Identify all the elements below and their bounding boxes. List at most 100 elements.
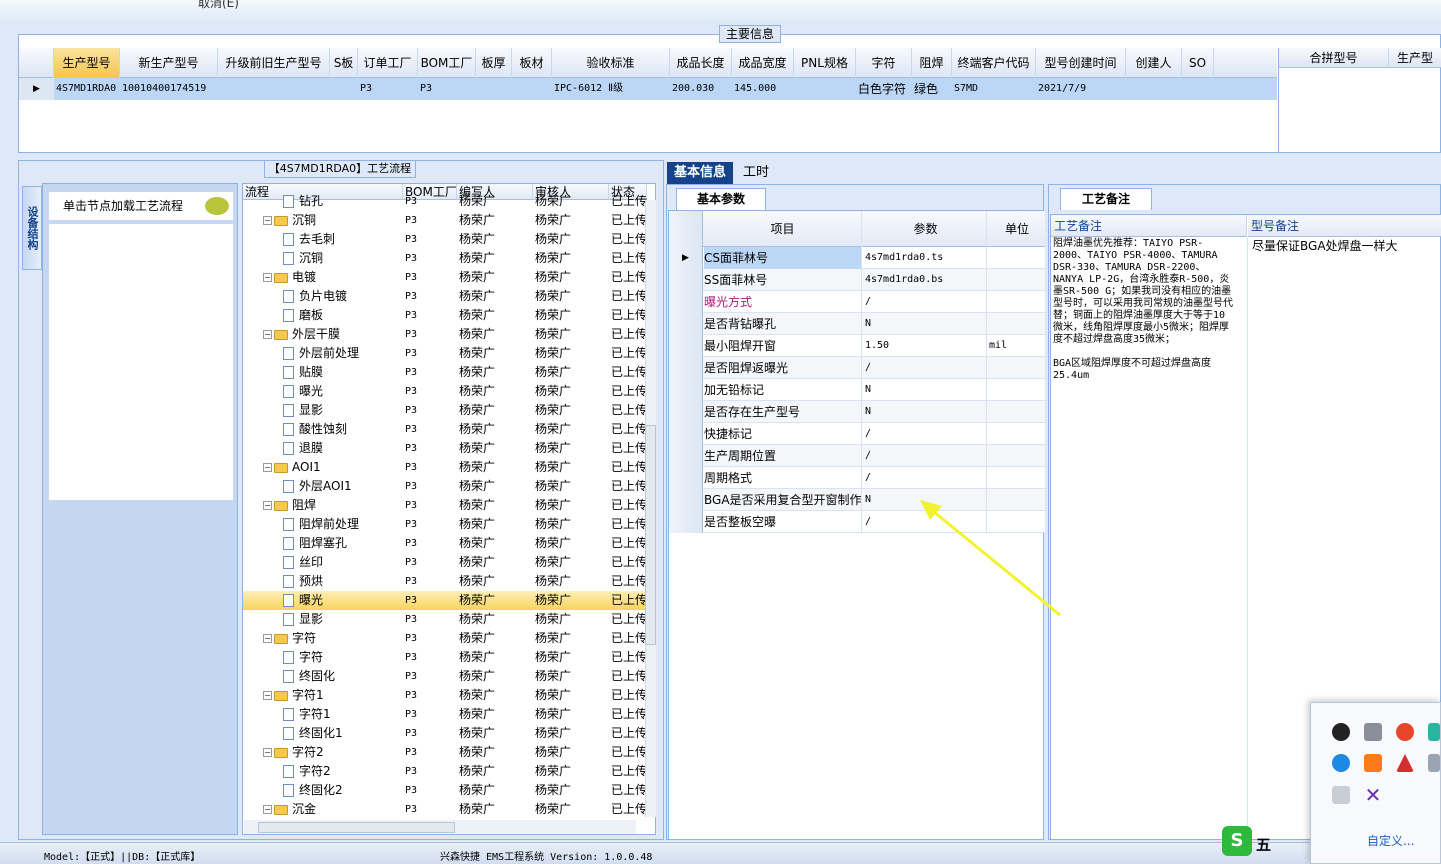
tree-node[interactable]: − 外层干膜	[263, 325, 403, 344]
tree-node[interactable]: − 字符	[263, 629, 403, 648]
tree-node[interactable]: 字符2	[283, 762, 403, 781]
ime-icon[interactable]: S	[1222, 826, 1252, 856]
flow-vertical-thumb[interactable]	[645, 425, 656, 645]
tree-row[interactable]: 字符2 P3 杨荣广 杨荣广 已上传	[243, 762, 647, 781]
tree-row[interactable]: 显影 P3 杨荣广 杨荣广 已上传	[243, 610, 647, 629]
col-header-4[interactable]: 订单工厂	[358, 48, 418, 78]
col-header-0[interactable]: 生产型号	[54, 48, 120, 78]
device-structure-tab[interactable]: 设备结构	[22, 186, 42, 270]
side-col-1[interactable]: 生产型	[1389, 48, 1441, 68]
tree-row[interactable]: − 电镀 P3 杨荣广 杨荣广 已上传	[243, 268, 647, 287]
param-value[interactable]: /	[863, 467, 987, 489]
param-value[interactable]: 1.50	[863, 335, 987, 357]
param-row[interactable]: 加无铅标记 N	[669, 379, 1045, 401]
tree-node[interactable]: 终固化2	[283, 781, 403, 800]
col-header-14[interactable]: 终端客户代码	[952, 48, 1036, 78]
tray-speaker-icon[interactable]	[1428, 754, 1440, 772]
tree-row[interactable]: − 字符1 P3 杨荣广 杨荣广 已上传	[243, 686, 647, 705]
tree-toggle-icon[interactable]: −	[263, 691, 272, 700]
tree-toggle-icon[interactable]: −	[263, 501, 272, 510]
col-header-9[interactable]: 成品长度	[670, 48, 732, 78]
param-row[interactable]: 是否阻焊返曝光 /	[669, 357, 1045, 379]
param-row[interactable]: BGA是否采用复合型开窗制作 N	[669, 489, 1045, 511]
tab-process-notes[interactable]: 工艺备注	[1060, 188, 1152, 210]
tree-node[interactable]: 钻孔	[283, 192, 403, 211]
flow-horizontal-thumb[interactable]	[258, 822, 455, 833]
col-header-10[interactable]: 成品宽度	[732, 48, 794, 78]
tree-node[interactable]: 预烘	[283, 572, 403, 591]
tree-row[interactable]: − 字符2 P3 杨荣广 杨荣广 已上传	[243, 743, 647, 762]
col-header-17[interactable]: SO	[1182, 48, 1214, 78]
tree-node[interactable]: 退膜	[283, 439, 403, 458]
tray-blue-icon[interactable]	[1332, 754, 1350, 772]
param-value[interactable]: /	[863, 511, 987, 533]
param-row[interactable]: ▶ CS面菲林号 4s7md1rda0.ts	[669, 247, 1045, 269]
param-col-value[interactable]: 参数	[863, 211, 987, 247]
tree-node[interactable]: 酸性蚀刻	[283, 420, 403, 439]
tree-row[interactable]: 字符 P3 杨荣广 杨荣广 已上传	[243, 648, 647, 667]
col-header-15[interactable]: 型号创建时间	[1036, 48, 1126, 78]
col-header-2[interactable]: 升级前旧生产型号	[218, 48, 330, 78]
col-header-12[interactable]: 字符	[856, 48, 912, 78]
tree-node[interactable]: 曝光	[283, 591, 403, 610]
tray-doc-icon[interactable]	[1332, 786, 1350, 804]
cancel-menu-item[interactable]: 取消(E)	[198, 0, 239, 11]
param-row[interactable]: SS面菲林号 4s7md1rda0.bs	[669, 269, 1045, 291]
tray-red-icon[interactable]	[1396, 723, 1414, 741]
tree-toggle-icon[interactable]: −	[263, 748, 272, 757]
tree-node[interactable]: − 阻焊	[263, 496, 403, 515]
tray-customize-link[interactable]: 自定义...	[1367, 832, 1414, 849]
tree-row[interactable]: 曝光 P3 杨荣广 杨荣广 已上传	[243, 591, 647, 610]
tree-node[interactable]: 字符	[283, 648, 403, 667]
tray-triangle-icon[interactable]	[1396, 754, 1414, 772]
tree-row[interactable]: 丝印 P3 杨荣广 杨荣广 已上传	[243, 553, 647, 572]
tree-node[interactable]: 丝印	[283, 553, 403, 572]
tree-row[interactable]: − 外层干膜 P3 杨荣广 杨荣广 已上传	[243, 325, 647, 344]
param-row[interactable]: 周期格式 /	[669, 467, 1045, 489]
tree-row[interactable]: − AOI1 P3 杨荣广 杨荣广 已上传	[243, 458, 647, 477]
tree-row[interactable]: 去毛刺 P3 杨荣广 杨荣广 已上传	[243, 230, 647, 249]
model-note-text[interactable]: 尽量保证BGA处焊盘一样大	[1252, 238, 1440, 254]
param-value[interactable]: N	[863, 401, 987, 423]
tree-row[interactable]: 负片电镀 P3 杨荣广 杨荣广 已上传	[243, 287, 647, 306]
side-col-0[interactable]: 合拼型号	[1279, 48, 1389, 68]
col-header-13[interactable]: 阻焊	[912, 48, 952, 78]
tab-work-hours[interactable]: 工时	[736, 162, 776, 184]
tree-node[interactable]: − 沉金	[263, 800, 403, 819]
tree-row[interactable]: − 沉金 P3 杨荣广 杨荣广 已上传	[243, 800, 647, 819]
tree-node[interactable]: 显影	[283, 401, 403, 420]
tree-node[interactable]: 阻焊塞孔	[283, 534, 403, 553]
param-col-item[interactable]: 项目	[704, 211, 862, 247]
param-row[interactable]: 快捷标记 /	[669, 423, 1045, 445]
param-row[interactable]: 生产周期位置 /	[669, 445, 1045, 467]
col-header-5[interactable]: BOM工厂	[418, 48, 476, 78]
tree-node[interactable]: 磨板	[283, 306, 403, 325]
param-value[interactable]: /	[863, 291, 987, 313]
tray-app-icon[interactable]	[1332, 723, 1350, 741]
flow-tree-grid[interactable]: 流程 BOM工厂 编写人 审核人 状态 钻孔 P3 杨荣广 杨荣广 已上传 − 沉铜 P3 杨荣广 杨荣广已…	[242, 183, 656, 835]
tray-x-icon[interactable]: ✕	[1364, 785, 1382, 805]
param-row[interactable]: 是否存在生产型号 N	[669, 401, 1045, 423]
tree-toggle-icon[interactable]: −	[263, 273, 272, 282]
param-row[interactable]: 是否整板空曝 /	[669, 511, 1045, 533]
tree-row[interactable]: 钻孔 P3 杨荣广 杨荣广 已上传	[243, 192, 647, 211]
col-header-8[interactable]: 验收标准	[552, 48, 670, 78]
tree-node[interactable]: 曝光	[283, 382, 403, 401]
param-value[interactable]: N	[863, 379, 987, 401]
tree-node[interactable]: 终固化	[283, 667, 403, 686]
tree-toggle-icon[interactable]: −	[263, 216, 272, 225]
tab-basic-info[interactable]: 基本信息	[667, 162, 734, 184]
tree-node[interactable]: 负片电镀	[283, 287, 403, 306]
device-tree-box[interactable]	[48, 223, 234, 501]
tree-row[interactable]: 贴膜 P3 杨荣广 杨荣广 已上传	[243, 363, 647, 382]
col-header-1[interactable]: 新生产型号	[120, 48, 218, 78]
process-note-text[interactable]: 阻焊油墨优先推荐：TAIYO PSR-2000、TAIYO PSR-4000、T…	[1053, 238, 1233, 382]
col-header-7[interactable]: 板材	[512, 48, 552, 78]
col-header-3[interactable]: S板	[330, 48, 358, 78]
tree-row[interactable]: 曝光 P3 杨荣广 杨荣广 已上传	[243, 382, 647, 401]
param-value[interactable]: 4s7md1rda0.ts	[863, 247, 987, 269]
tree-node[interactable]: 终固化1	[283, 724, 403, 743]
tree-node[interactable]: 外层AOI1	[283, 477, 403, 496]
tree-row[interactable]: 终固化 P3 杨荣广 杨荣广 已上传	[243, 667, 647, 686]
tree-row[interactable]: 外层AOI1 P3 杨荣广 杨荣广 已上传	[243, 477, 647, 496]
